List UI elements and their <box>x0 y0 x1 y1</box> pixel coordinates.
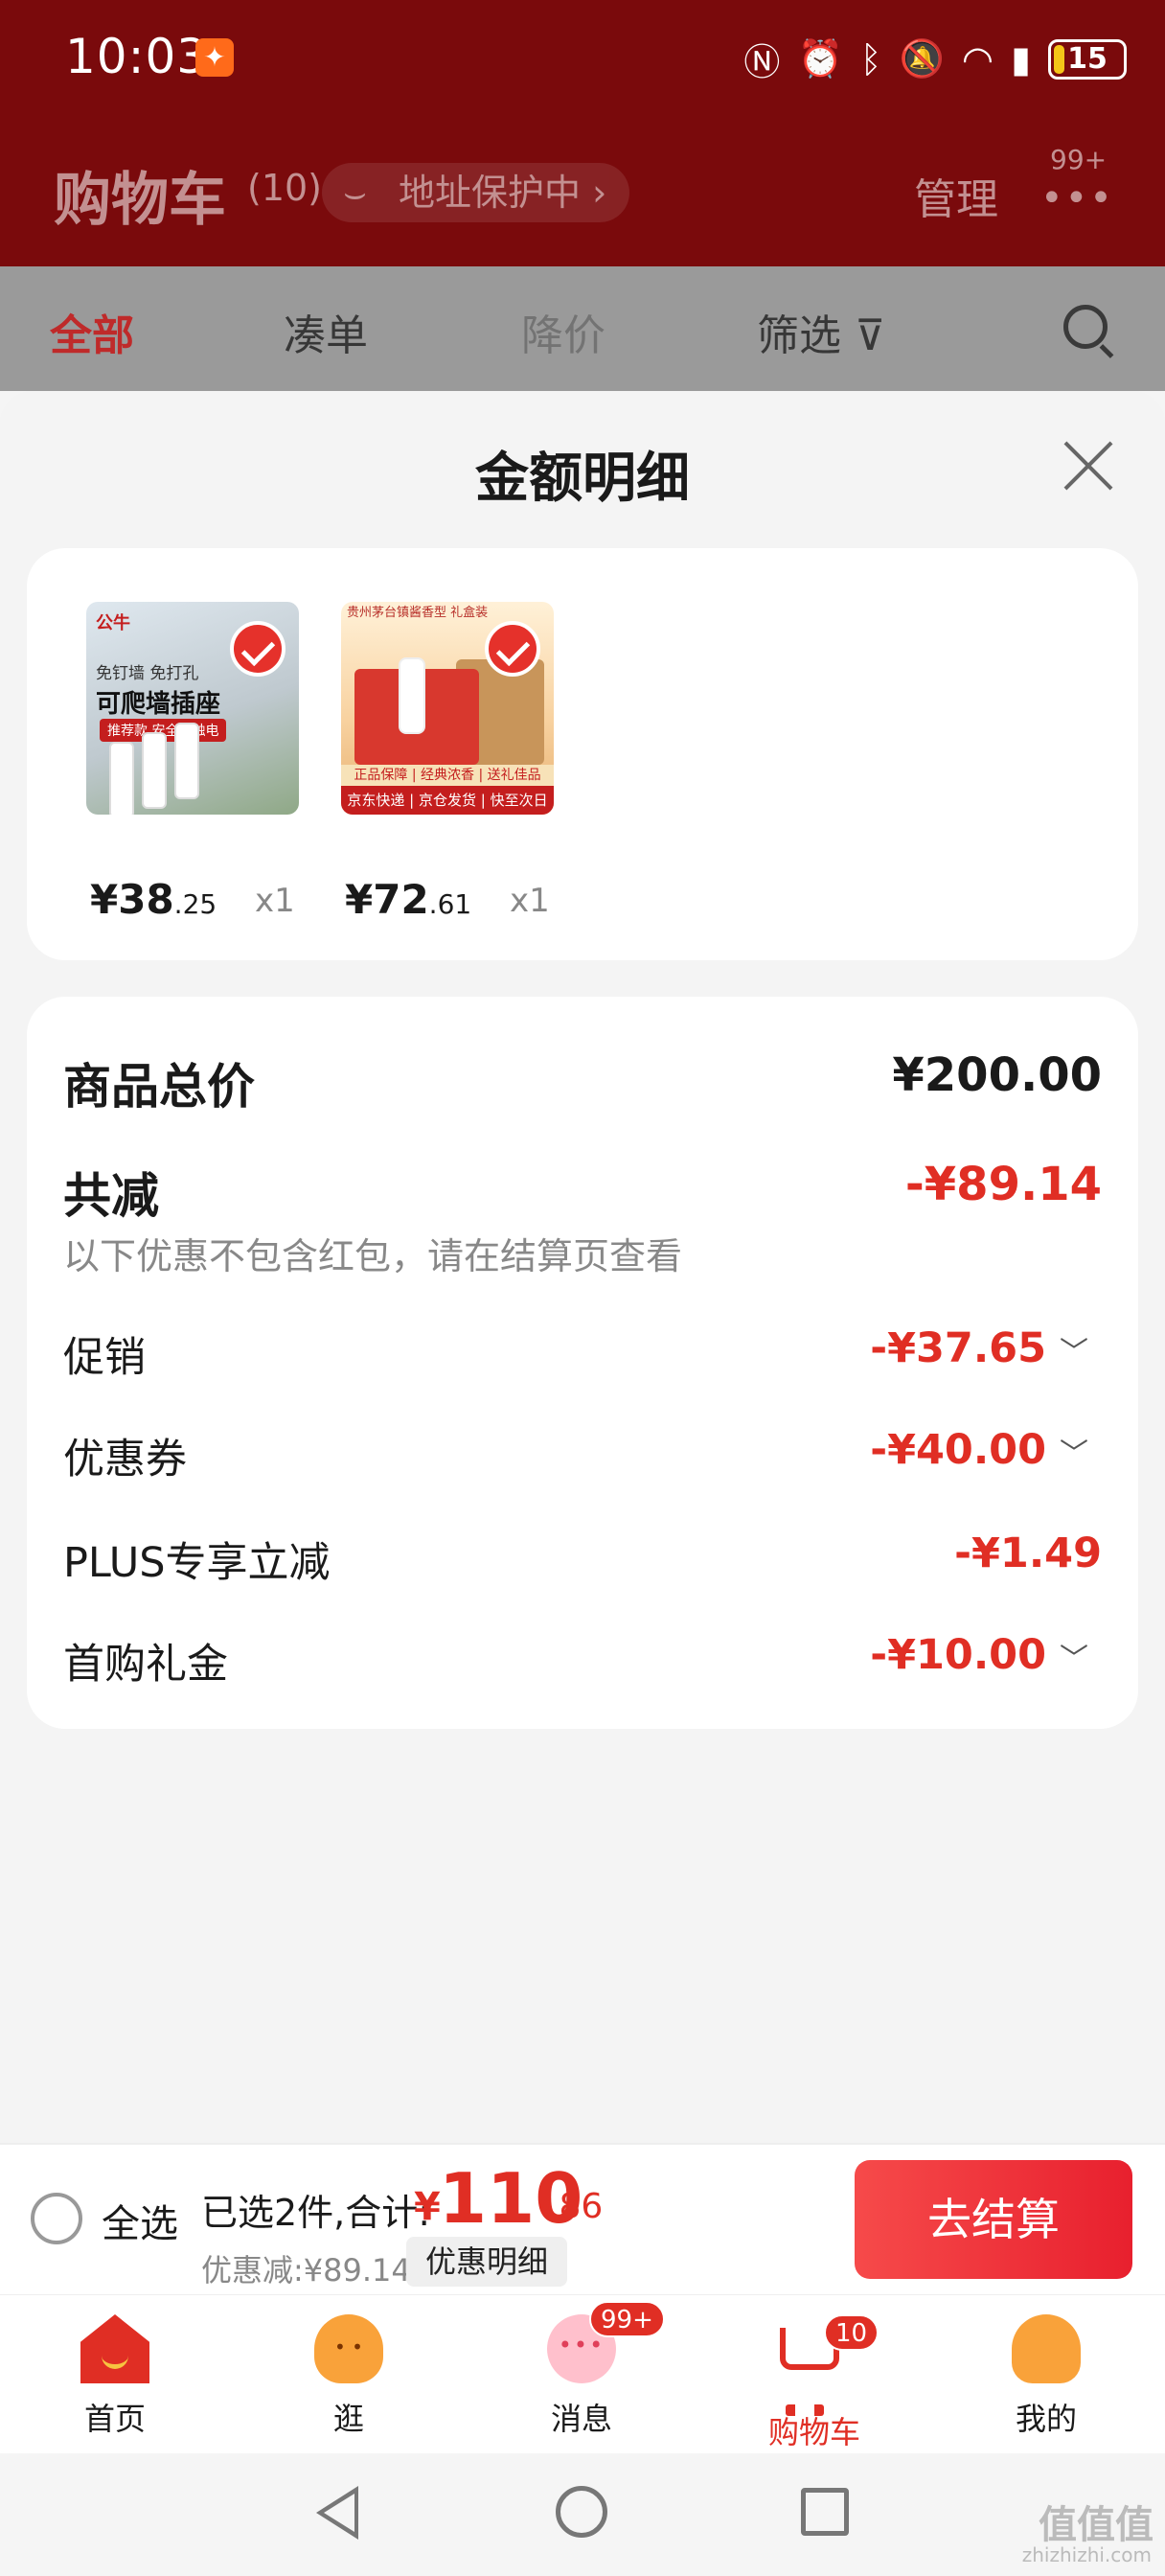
discover-icon <box>314 2314 383 2383</box>
close-icon[interactable] <box>1060 437 1117 494</box>
watermark: 值值值 <box>1039 2503 1154 2547</box>
checkout-bar: 全选 已选2件,合计: ¥ 110 .86 优惠减:¥89.14 优惠明细 去结… <box>0 2143 1165 2294</box>
battery-level: 15 <box>1067 41 1108 76</box>
chevron-down-icon: ﹀ <box>1060 1438 1088 1471</box>
filter-label: 筛选 <box>757 311 841 360</box>
manage-button[interactable]: 管理 <box>914 165 998 226</box>
discount-label: 促销 <box>63 1334 146 1382</box>
app-notification-icon: ✦ <box>195 38 234 77</box>
home-icon <box>80 2314 149 2383</box>
status-bar: 10:03 ✦ Ⓝ ⏰ ᛒ 🔕 ◠ ▮ 15 <box>0 0 1165 125</box>
tab-cart[interactable]: 10 购物车 <box>738 2314 891 2452</box>
product-image-bar: 京东快递 | 京仓发货 | 快至次日达 <box>341 786 554 815</box>
product-image-headline: 可爬墙插座 <box>96 690 221 719</box>
watermark-url: zhizhizhi.com <box>1021 2543 1152 2566</box>
discount-label: PLUS专享立减 <box>63 1539 331 1587</box>
eye-closed-icon: ⌣ <box>343 172 368 214</box>
status-time: 10:03 <box>65 29 209 84</box>
sheet-title: 金额明细 <box>475 448 690 510</box>
discount-label: 优惠券 <box>63 1436 187 1484</box>
select-all-label[interactable]: 全选 <box>102 2193 178 2248</box>
tab-all[interactable]: 全部 <box>50 301 134 362</box>
product-list-card: 公牛 免钉墙 免打孔 可爬墙插座 推荐款 安全防触电 ¥38.25 x1 贵州茅… <box>27 548 1138 960</box>
cart-tabs: 全部 凑单 降价 筛选 ⊽ <box>0 266 1165 391</box>
battery-icon: 15 <box>1048 38 1127 80</box>
status-icons: Ⓝ ⏰ ᛒ 🔕 ◠ ▮ 15 <box>743 33 1127 85</box>
recent-apps-icon[interactable] <box>801 2488 849 2536</box>
select-all-radio[interactable] <box>31 2193 82 2244</box>
product-item[interactable]: 公牛 免钉墙 免打孔 可爬墙插座 推荐款 安全防触电 ¥38.25 x1 <box>86 602 316 923</box>
discount-value: -¥40.00 ﹀ <box>870 1426 1088 1474</box>
tab-filter[interactable]: 筛选 ⊽ <box>757 301 885 362</box>
address-protect-label: 地址保护中 <box>399 172 582 214</box>
bottom-tab-bar: 首页 逛 99+ 消息 10 购物车 我的 <box>0 2294 1165 2453</box>
tab-home[interactable]: 首页 <box>38 2314 192 2439</box>
tab-messages[interactable]: 99+ 消息 <box>505 2301 665 2439</box>
total-currency: ¥ <box>414 2185 441 2229</box>
cart-badge: 10 <box>824 2314 879 2351</box>
reduce-note: 以下优惠不包含红包，请在结算页查看 <box>63 1235 683 1277</box>
tab-price-drop[interactable]: 降价 <box>521 301 605 362</box>
product-image-bar: 正品保障 | 经典浓香 | 送礼佳品 <box>341 765 554 786</box>
tab-profile[interactable]: 我的 <box>970 2314 1123 2439</box>
discount-value: -¥1.49 <box>954 1530 1102 1577</box>
product-item[interactable]: 贵州茅台镇酱香型 礼盒装 正品保障 | 经典浓香 | 送礼佳品 京东快递 | 京… <box>341 602 571 923</box>
selected-check-icon <box>230 621 286 677</box>
tab-label: 我的 <box>1015 2401 1077 2437</box>
page-title: 购物车 <box>54 167 226 234</box>
system-nav-bar <box>0 2453 1165 2576</box>
product-price: ¥38.25 <box>90 876 217 923</box>
chevron-down-icon: ﹀ <box>1060 1643 1088 1676</box>
tab-label: 消息 <box>550 2401 612 2437</box>
tab-bundle[interactable]: 凑单 <box>284 301 368 362</box>
product-price: ¥72.61 <box>345 876 472 923</box>
nfc-icon: Ⓝ <box>743 41 781 83</box>
selected-count-text: 已选2件,合计: <box>201 2192 431 2234</box>
mute-icon: 🔕 <box>899 37 945 80</box>
tab-label: 首页 <box>83 2401 146 2437</box>
tab-label: 逛 <box>332 2401 364 2437</box>
price-summary-card: 商品总价 ¥200.00 共减 -¥89.14 以下优惠不包含红包，请在结算页查… <box>27 997 1138 1729</box>
home-circle-icon[interactable] <box>556 2486 607 2538</box>
discount-value: -¥37.65 ﹀ <box>870 1324 1088 1372</box>
product-image-text: 免钉墙 免打孔 <box>96 664 199 683</box>
total-price-label: 商品总价 <box>63 1059 255 1115</box>
discount-summary: 优惠减:¥89.14 <box>201 2252 411 2288</box>
signal-icon: ▮ <box>1011 37 1031 80</box>
total-price-value: ¥200.00 <box>892 1048 1102 1102</box>
bluetooth-icon: ᛒ <box>859 37 882 80</box>
discount-label: 首购礼金 <box>63 1641 228 1689</box>
cart-count: (10) <box>247 167 323 209</box>
filter-icon: ⊽ <box>855 311 886 360</box>
total-reduce-label: 共减 <box>63 1168 159 1224</box>
discount-value: -¥10.00 ﹀ <box>870 1631 1088 1679</box>
total-amount-decimal: .86 <box>548 2187 604 2226</box>
amount-detail-sheet: 金额明细 公牛 免钉墙 免打孔 可爬墙插座 推荐款 安全防触电 ¥38.25 x… <box>0 391 1165 2143</box>
product-image: 贵州茅台镇酱香型 礼盒装 正品保障 | 经典浓香 | 送礼佳品 京东快递 | 京… <box>341 602 554 815</box>
product-quantity: x1 <box>510 882 550 920</box>
chevron-right-icon: › <box>592 172 607 214</box>
wifi-icon: ◠ <box>961 37 994 80</box>
more-icon[interactable]: ••• <box>1040 176 1114 220</box>
checkout-button[interactable]: 去结算 <box>855 2160 1132 2279</box>
back-icon[interactable] <box>316 2486 358 2540</box>
cart-header: 购物车 (10) ⌣ 地址保护中 › 管理 99+ ••• <box>0 144 1165 240</box>
product-brand: 公牛 <box>96 613 130 633</box>
more-badge: 99+ <box>1050 144 1108 175</box>
tab-discover[interactable]: 逛 <box>272 2314 425 2439</box>
profile-icon <box>1012 2314 1081 2383</box>
selected-check-icon <box>485 621 540 677</box>
product-quantity: x1 <box>255 882 295 920</box>
chevron-down-icon: ﹀ <box>1060 1336 1088 1369</box>
search-icon[interactable] <box>1063 305 1108 349</box>
alarm-icon: ⏰ <box>797 37 843 80</box>
product-image: 公牛 免钉墙 免打孔 可爬墙插座 推荐款 安全防触电 <box>86 602 299 815</box>
message-badge: 99+ <box>589 2301 665 2337</box>
discount-detail-button[interactable]: 优惠明细 <box>406 2237 568 2287</box>
address-protect-button[interactable]: ⌣ 地址保护中 › <box>322 163 630 222</box>
total-reduce-value: -¥89.14 <box>904 1158 1102 1211</box>
